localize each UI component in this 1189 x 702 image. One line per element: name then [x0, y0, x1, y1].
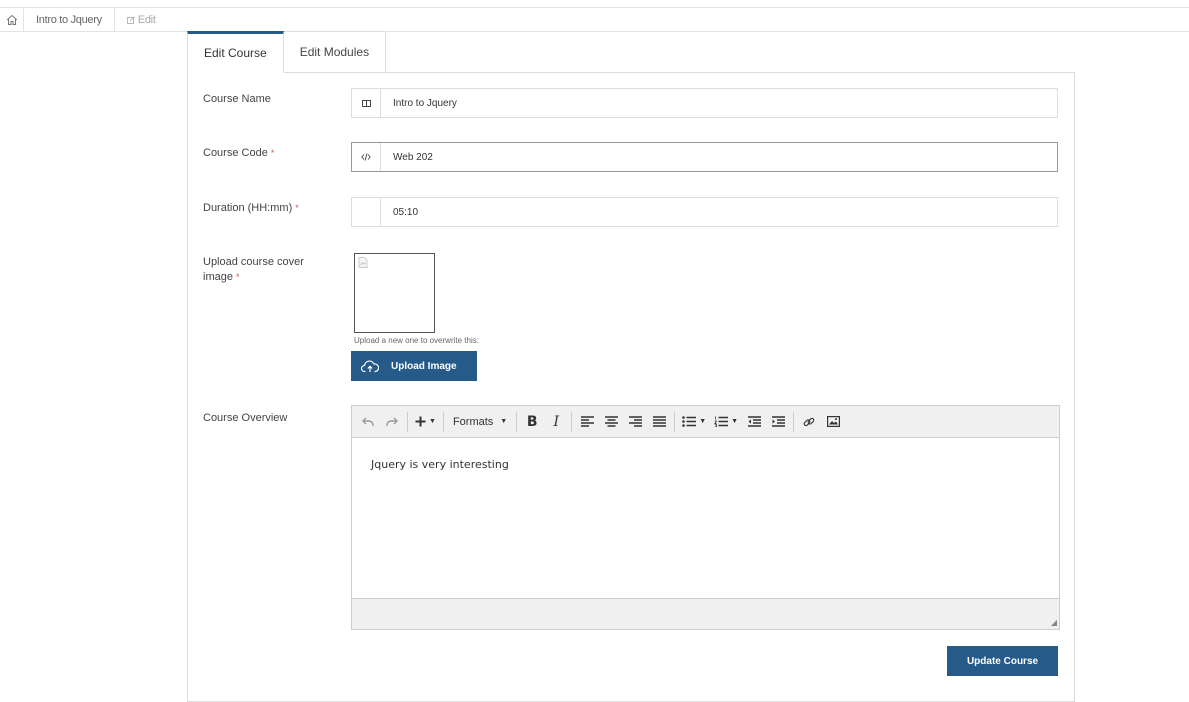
- indent-icon[interactable]: [766, 410, 790, 434]
- align-left-icon[interactable]: [575, 410, 599, 434]
- cover-label: Upload course cover image *: [203, 256, 304, 283]
- editor-toolbar: ▼ Formats ▼ B I ▼ ▼: [352, 406, 1059, 438]
- course-code-group: [351, 142, 1058, 172]
- toolbar-separator: [442, 411, 444, 432]
- duration-label: Duration (HH:mm) *: [203, 202, 299, 214]
- resize-handle-icon[interactable]: ◢: [1051, 618, 1057, 627]
- overview-label: Course Overview: [203, 412, 288, 424]
- toolbar-separator: [674, 411, 676, 432]
- tab-edit-course[interactable]: Edit Course: [187, 31, 284, 73]
- course-name-input[interactable]: [381, 89, 1057, 117]
- redo-icon[interactable]: [380, 410, 404, 434]
- upload-hint: Upload a new one to overwrite this:: [354, 336, 479, 345]
- duration-addon: [352, 198, 381, 226]
- tab-edit-modules[interactable]: Edit Modules: [283, 31, 387, 73]
- code-icon: [352, 143, 381, 171]
- edit-icon: [126, 15, 135, 24]
- align-right-icon[interactable]: [623, 410, 647, 434]
- align-center-icon[interactable]: [599, 410, 623, 434]
- tab-bar: Edit Course Edit Modules: [187, 31, 387, 73]
- outdent-icon[interactable]: [742, 410, 766, 434]
- duration-input[interactable]: [381, 198, 1057, 226]
- broken-image-icon: [358, 257, 370, 269]
- upload-image-button[interactable]: Upload Image: [351, 351, 477, 381]
- link-icon[interactable]: [797, 410, 821, 434]
- italic-icon[interactable]: I: [544, 410, 568, 434]
- course-name-label: Course Name: [203, 93, 271, 105]
- course-code-label: Course Code *: [203, 147, 275, 159]
- breadcrumb: Intro to Jquery Edit: [0, 7, 1189, 32]
- bold-icon[interactable]: B: [520, 410, 544, 434]
- bullet-list-icon[interactable]: ▼: [678, 410, 710, 434]
- image-icon[interactable]: [821, 410, 845, 434]
- formats-dropdown[interactable]: Formats ▼: [447, 410, 513, 434]
- toolbar-separator: [793, 411, 795, 432]
- toolbar-separator: [407, 411, 408, 432]
- undo-icon[interactable]: [356, 410, 380, 434]
- duration-group: [351, 197, 1058, 227]
- toolbar-separator: [571, 411, 573, 432]
- update-course-button[interactable]: Update Course: [947, 646, 1058, 676]
- numbered-list-icon[interactable]: ▼: [710, 410, 742, 434]
- align-justify-icon[interactable]: [647, 410, 671, 434]
- insert-plus-icon[interactable]: ▼: [411, 410, 440, 434]
- rich-text-editor: ▼ Formats ▼ B I ▼ ▼ Jquery is very inter…: [351, 405, 1060, 630]
- editor-statusbar: ◢: [352, 598, 1059, 629]
- home-icon[interactable]: [0, 7, 24, 32]
- cover-image-preview: [354, 253, 435, 333]
- toolbar-separator: [516, 411, 518, 432]
- columns-icon: [352, 89, 381, 117]
- edit-course-panel: Course Name Course Code * Duration (HH:m…: [187, 72, 1075, 702]
- breadcrumb-course[interactable]: Intro to Jquery: [24, 7, 115, 32]
- editor-content[interactable]: Jquery is very interesting: [352, 438, 1059, 598]
- breadcrumb-edit: Edit: [115, 8, 168, 32]
- course-name-group: [351, 88, 1058, 118]
- cloud-upload-icon: [361, 360, 379, 373]
- course-code-input[interactable]: [381, 143, 1057, 171]
